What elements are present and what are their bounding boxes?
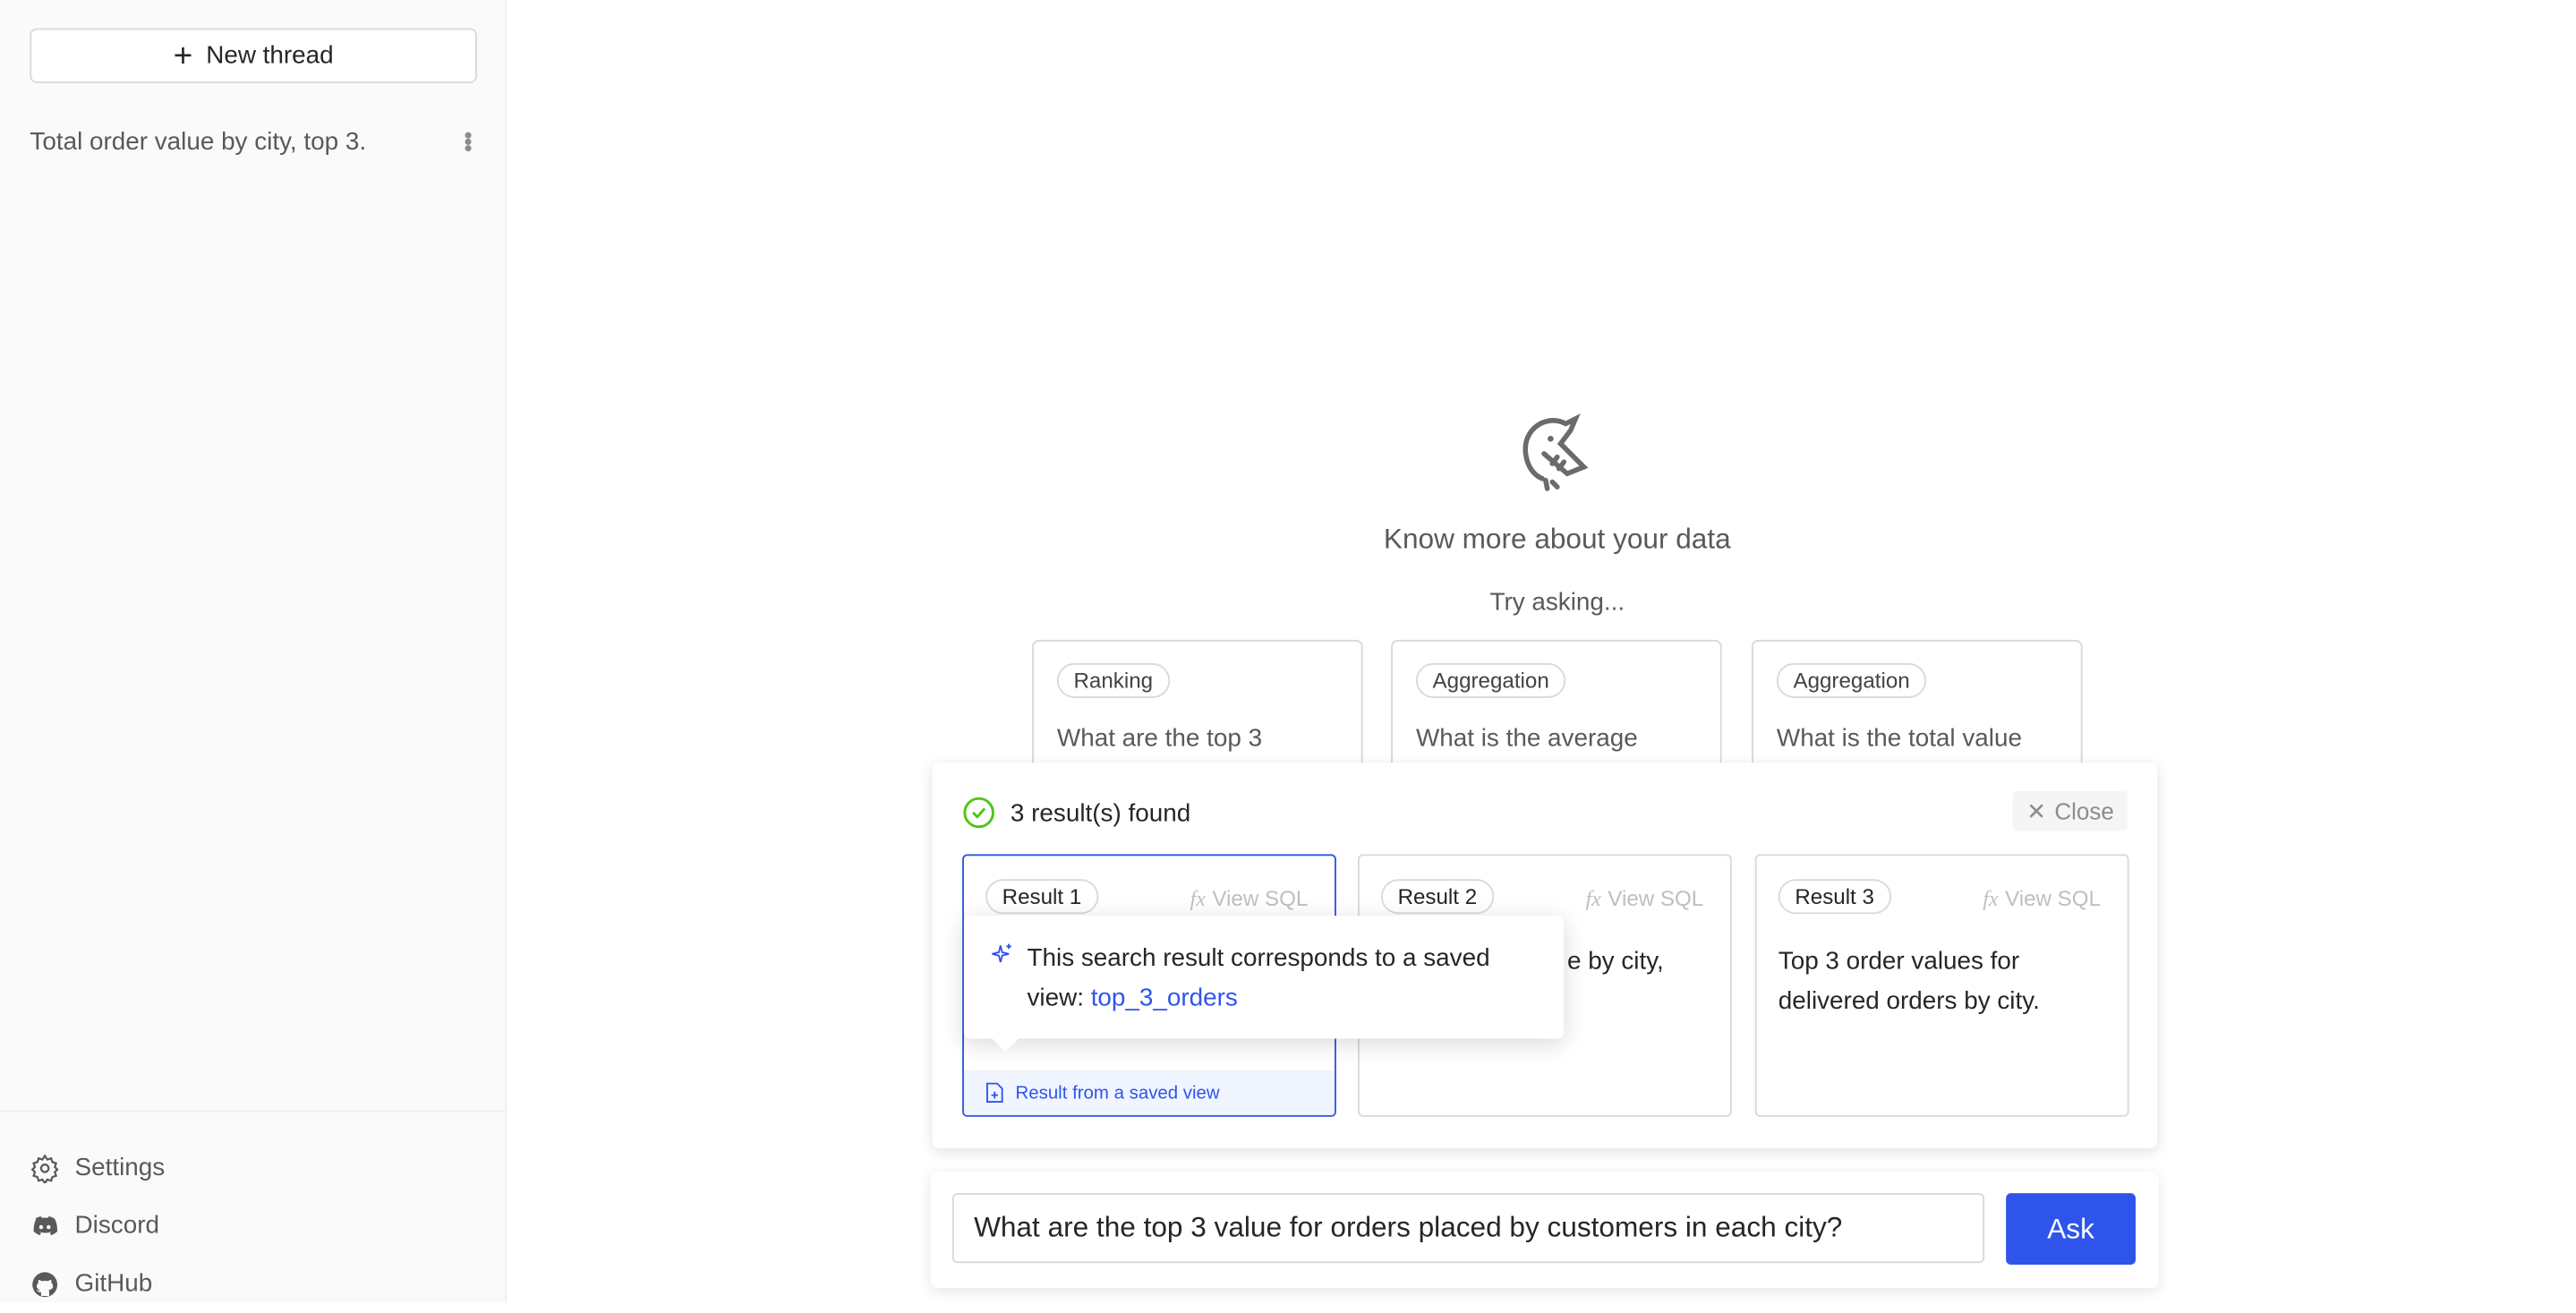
- more-options-icon[interactable]: •••: [456, 132, 482, 151]
- try-asking-label: Try asking...: [1489, 588, 1625, 617]
- saved-view-link[interactable]: top_3_orders: [1091, 984, 1238, 1012]
- result-card[interactable]: Result 3 fx View SQL Top 3 order values for…: [1754, 854, 2129, 1117]
- results-status: 3 result(s) found: [1010, 798, 1191, 827]
- close-button[interactable]: ✕ Close: [2013, 790, 2128, 831]
- fx-icon: fx: [1585, 885, 1601, 911]
- sparkle-icon: [992, 943, 1011, 963]
- github-link[interactable]: GitHub: [0, 1255, 507, 1313]
- view-sql-button[interactable]: fx View SQL: [1190, 886, 1309, 913]
- fx-icon: fx: [1190, 885, 1206, 911]
- sidebar: + New thread Total order value by city, t…: [0, 0, 508, 1303]
- ask-button[interactable]: Ask: [2006, 1193, 2136, 1266]
- page-title: Know more about your data: [1383, 523, 1731, 556]
- question-input[interactable]: [951, 1193, 1985, 1264]
- new-thread-button[interactable]: + New thread: [30, 28, 477, 83]
- close-icon: ✕: [2026, 797, 2047, 824]
- plus-icon: +: [173, 37, 193, 74]
- discord-link[interactable]: Discord: [0, 1197, 507, 1255]
- fx-icon: fx: [1983, 885, 1999, 911]
- saved-view-note: Result from a saved view: [963, 1070, 1335, 1115]
- logo-icon: [1523, 414, 1589, 491]
- settings-link[interactable]: Settings: [0, 1138, 507, 1197]
- github-icon: [32, 1271, 58, 1297]
- view-sql-button[interactable]: fx View SQL: [1585, 886, 1703, 913]
- file-add-icon: [986, 1082, 1003, 1103]
- thread-item[interactable]: Total order value by city, top 3. •••: [30, 123, 482, 159]
- view-sql-button[interactable]: fx View SQL: [1983, 886, 2101, 913]
- ask-bar: Ask: [930, 1172, 2159, 1289]
- check-circle-icon: [963, 797, 994, 829]
- saved-view-tooltip: This search result corresponds to a save…: [963, 916, 1565, 1053]
- discord-icon: [33, 1215, 58, 1235]
- gear-icon: [30, 1153, 59, 1183]
